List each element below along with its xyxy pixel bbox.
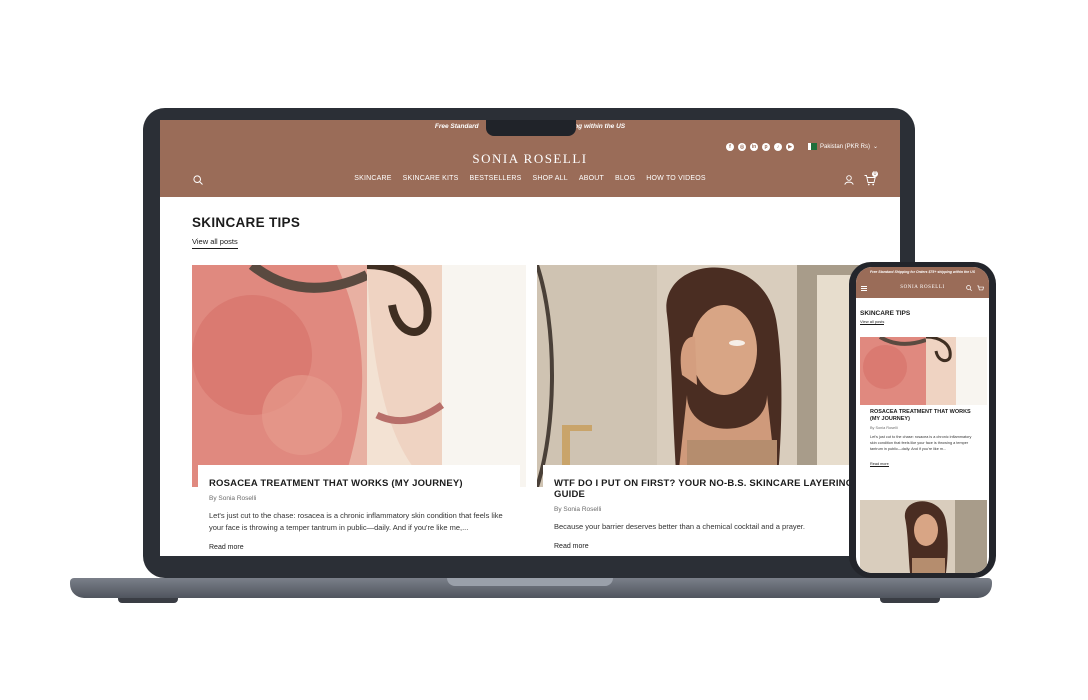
post-excerpt: Because your barrier deserves better tha… xyxy=(554,522,805,531)
nav-item-blog[interactable]: BLOG xyxy=(615,175,635,182)
post-title[interactable]: ROSACEA TREATMENT THAT WORKS (MY JOURNEY… xyxy=(209,478,509,489)
brand-logo[interactable]: SONIA ROSELLI xyxy=(160,151,900,167)
nav-item-skincare-kits[interactable]: SKINCARE KITS xyxy=(403,175,459,182)
country-selector[interactable]: Pakistan (PKR Rs) ⌄ xyxy=(808,143,878,150)
mobile-post-title[interactable]: ROSACEA TREATMENT THAT WORKS (MY JOURNEY… xyxy=(870,409,978,423)
mobile-view-all-link[interactable]: View all posts xyxy=(860,319,885,325)
laptop-screen: Free Standard ng within the US f ◎ in p … xyxy=(160,120,900,556)
account-icon[interactable] xyxy=(844,175,854,185)
cart-icon[interactable] xyxy=(977,285,984,292)
laptop-foot-right xyxy=(880,598,940,603)
country-label: Pakistan (PKR Rs) xyxy=(820,143,871,150)
laptop-camera-notch xyxy=(486,120,576,136)
instagram-icon[interactable]: ◎ xyxy=(738,143,746,151)
linkedin-icon[interactable]: in xyxy=(750,143,758,151)
nav-item-bestsellers[interactable]: BESTSELLERS xyxy=(470,175,522,182)
post-title[interactable]: WTF DO I PUT ON FIRST? YOUR NO-B.S. SKIN… xyxy=(554,478,854,500)
chevron-down-icon: ⌄ xyxy=(873,144,879,150)
youtube-icon[interactable]: ▶ xyxy=(786,143,794,151)
cart-count-badge: 0 xyxy=(872,171,878,177)
pakistan-flag-icon xyxy=(808,143,817,150)
laptop-hinge xyxy=(447,578,613,586)
search-icon[interactable] xyxy=(966,285,972,291)
mobile-post-author: By Sonia Roselli xyxy=(870,426,898,430)
mobile-post-image-skincare-layering[interactable] xyxy=(860,500,987,573)
announcement-text-right: ng within the US xyxy=(574,123,626,130)
page-title: SKINCARE TIPS xyxy=(192,215,301,230)
nav-item-shop-all[interactable]: SHOP ALL xyxy=(533,175,568,182)
post-image-skincare-layering[interactable] xyxy=(537,265,887,487)
mobile-site-header: Free Standard Shipping for Orders $75+ s… xyxy=(856,267,989,298)
facebook-icon[interactable]: f xyxy=(726,143,734,151)
read-more-link[interactable]: Read more xyxy=(209,544,520,551)
nav-item-about[interactable]: ABOUT xyxy=(579,175,604,182)
social-links: f ◎ in p ♪ ▶ xyxy=(726,143,794,151)
mobile-announcement-bar: Free Standard Shipping for Orders $75+ s… xyxy=(869,270,976,274)
post-author: By Sonia Roselli xyxy=(209,495,257,502)
laptop-foot-left xyxy=(118,598,178,603)
nav-item-skincare[interactable]: SKINCARE xyxy=(354,175,391,182)
mobile-post-card: ROSACEA TREATMENT THAT WORKS (MY JOURNEY… xyxy=(860,405,985,470)
mobile-post-image-rosacea[interactable] xyxy=(860,337,987,405)
tiktok-icon[interactable]: ♪ xyxy=(774,143,782,151)
main-nav: SKINCARE SKINCARE KITS BESTSELLERS SHOP … xyxy=(160,175,900,182)
announcement-text-left: Free Standard xyxy=(434,123,479,130)
phone-screen: Free Standard Shipping for Orders $75+ s… xyxy=(856,267,989,573)
post-card: WTF DO I PUT ON FIRST? YOUR NO-B.S. SKIN… xyxy=(543,465,900,556)
mobile-page-title: SKINCARE TIPS xyxy=(860,310,911,317)
pinterest-icon[interactable]: p xyxy=(762,143,770,151)
mobile-read-more-link[interactable]: Read more xyxy=(870,462,889,467)
view-all-posts-link[interactable]: View all posts xyxy=(192,237,238,249)
mobile-post-excerpt: Let's just cut to the chase: rosacea is … xyxy=(870,435,972,451)
post-image-rosacea[interactable] xyxy=(192,265,526,487)
post-excerpt: Let's just cut to the chase: rosacea is … xyxy=(209,511,503,532)
nav-item-how-to-videos[interactable]: HOW TO VIDEOS xyxy=(646,175,706,182)
post-card: ROSACEA TREATMENT THAT WORKS (MY JOURNEY… xyxy=(198,465,520,556)
